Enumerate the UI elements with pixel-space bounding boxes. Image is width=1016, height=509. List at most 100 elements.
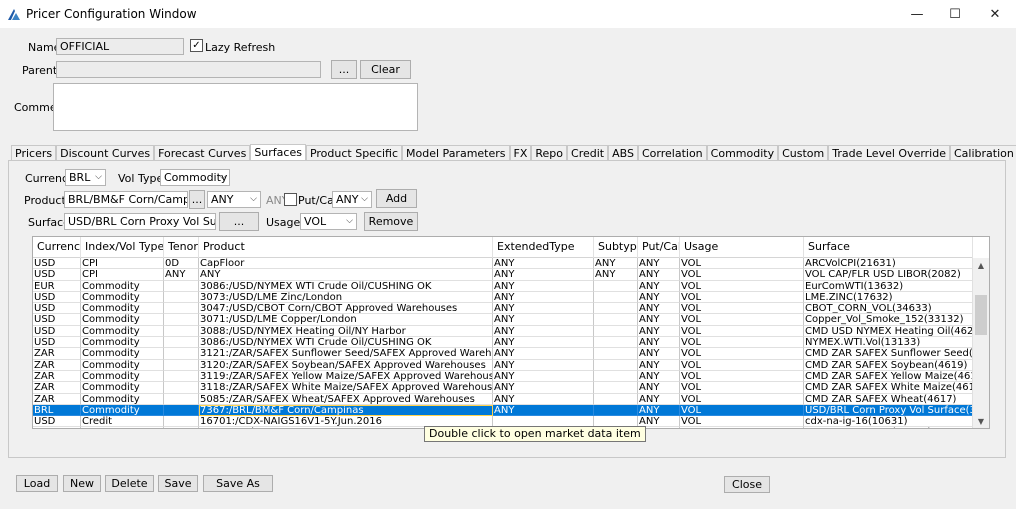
table-cell[interactable]: VOL <box>680 348 804 360</box>
name-field[interactable]: OFFICIAL <box>56 38 184 55</box>
table-cell[interactable]: CMD ZAR SAFEX Sunflower Seed(4618) <box>804 348 973 360</box>
table-cell[interactable]: ANY <box>638 382 680 394</box>
table-cell[interactable]: CPI <box>81 269 164 281</box>
table-row[interactable]: USD CPI ANY ANY ANY ANY ANY VOL VOL CAP/FLR USD … <box>33 269 973 281</box>
add-button[interactable]: Add <box>376 189 417 208</box>
table-cell[interactable]: Commodity <box>81 325 164 338</box>
table-cell[interactable]: 3121:/ZAR/SAFEX Sunflower Seed/SAFEX App… <box>199 348 493 360</box>
table-cell[interactable]: Copper_Vol_Smoke_152(33132) <box>804 314 973 326</box>
table-cell[interactable]: ANY <box>638 269 680 281</box>
table-cell[interactable]: USD <box>33 416 81 428</box>
save-as-button[interactable]: Save As <box>203 475 273 492</box>
table-row[interactable]: USD CPI 0D CapFloor ANY ANY ANY VOL ARCVolCPI(21… <box>33 258 973 270</box>
table-cell[interactable]: ANY <box>493 382 594 394</box>
clear-button[interactable]: Clear <box>360 60 411 79</box>
table-cell[interactable]: 0D <box>164 258 199 270</box>
table-cell[interactable] <box>164 416 199 428</box>
table-cell[interactable]: USD <box>33 303 81 315</box>
column-header-put-call[interactable]: Put/Call <box>638 237 680 258</box>
table-cell[interactable] <box>594 280 638 292</box>
table-row[interactable]: USD Commodity 3086:/USD/NYMEX WTI Crude Oi… <box>33 337 973 349</box>
table-cell[interactable] <box>594 348 638 360</box>
table-cell[interactable]: 3071:/USD/LME Copper/London <box>199 314 493 326</box>
table-cell[interactable]: VOL <box>680 325 804 338</box>
table-cell[interactable]: ANY <box>638 370 680 383</box>
table-cell[interactable]: VOL <box>680 404 804 417</box>
table-cell[interactable]: Commodity <box>81 314 164 326</box>
tab-fx[interactable]: FX <box>509 145 532 161</box>
table-cell[interactable]: Credit <box>81 416 164 428</box>
table-cell[interactable]: Commodity <box>81 370 164 383</box>
table-cell[interactable] <box>594 291 638 304</box>
table-cell[interactable] <box>594 370 638 383</box>
column-header-surface[interactable]: Surface <box>804 237 973 258</box>
currency-select[interactable]: BRL ⌵ <box>65 169 106 186</box>
table-cell[interactable] <box>164 303 199 315</box>
table-cell[interactable]: 3086:/USD/NYMEX WTI Crude Oil/CUSHING OK <box>199 337 493 349</box>
table-cell[interactable]: ANY <box>638 348 680 360</box>
column-header-extended-type[interactable]: ExtendedType <box>493 237 594 258</box>
table-cell[interactable]: ANY <box>638 258 680 270</box>
table-cell[interactable]: ANY <box>493 348 594 360</box>
table-cell[interactable] <box>164 348 199 360</box>
table-cell[interactable]: EUR <box>33 280 81 292</box>
table-cell[interactable]: Commodity <box>81 359 164 371</box>
table-cell[interactable]: VOL <box>680 370 804 383</box>
table-row[interactable]: USD Commodity 3071:/USD/LME Copper/London A… <box>33 314 973 326</box>
table-cell[interactable]: ZAR <box>33 348 81 360</box>
column-header-index-vol-type[interactable]: Index/Vol Type ⁄ <box>81 237 164 258</box>
parents-field[interactable] <box>56 61 321 78</box>
tab-surfaces[interactable]: Surfaces <box>250 144 306 161</box>
table-cell[interactable]: Commodity <box>81 303 164 315</box>
table-row[interactable]: ZAR Commodity 3121:/ZAR/SAFEX Sunflower Se… <box>33 348 973 360</box>
table-cell[interactable]: VOL <box>680 416 804 428</box>
table-cell[interactable]: ANY <box>638 291 680 304</box>
table-cell[interactable]: VOL CAP/FLR USD LIBOR(2082) <box>804 269 973 281</box>
table-cell[interactable]: USD <box>33 269 81 281</box>
table-cell[interactable]: ANY <box>493 359 594 371</box>
table-cell[interactable]: ANY <box>493 393 594 405</box>
scroll-down-icon[interactable]: ▼ <box>973 414 989 428</box>
table-cell[interactable] <box>164 359 199 371</box>
table-cell[interactable]: 3120:/ZAR/SAFEX Soybean/SAFEX Approved W… <box>199 359 493 371</box>
table-cell[interactable]: LME.ZINC(17632) <box>804 291 973 304</box>
table-cell[interactable] <box>594 337 638 349</box>
table-cell[interactable]: 3086:/USD/NYMEX WTI Crude Oil/CUSHING OK <box>199 280 493 292</box>
scroll-up-icon[interactable]: ▲ <box>973 258 989 272</box>
table-cell[interactable]: AAPL-VOL-TWEAK(16131) <box>804 427 973 428</box>
lazy-refresh-checkbox[interactable]: ✓ <box>190 39 203 52</box>
column-header-currency[interactable]: Currency <box>33 237 81 258</box>
table-cell[interactable] <box>594 382 638 394</box>
table-cell[interactable]: EurComWTI(13632) <box>804 280 973 292</box>
table-cell[interactable]: ZAR <box>33 382 81 394</box>
table-cell[interactable]: ANY <box>638 359 680 371</box>
table-cell[interactable]: USD <box>33 314 81 326</box>
table-cell[interactable]: VOL <box>680 427 804 428</box>
tab-commodity[interactable]: Commodity <box>706 145 779 161</box>
save-button[interactable]: Save <box>158 475 198 492</box>
table-cell[interactable]: USD <box>33 291 81 304</box>
table-cell[interactable]: VOL <box>680 393 804 405</box>
table-row[interactable]: BRL Commodity 7367:/BRL/BM&F Corn/Campinas… <box>33 404 973 417</box>
table-cell[interactable]: CMD ZAR SAFEX Wheat(4617) <box>804 393 973 405</box>
table-cell[interactable]: Commodity <box>81 337 164 349</box>
table-cell[interactable]: 3088:/USD/NYMEX Heating Oil/NY Harbor <box>199 325 493 338</box>
tab-credit[interactable]: Credit <box>567 145 609 161</box>
usage-select[interactable]: VOL ⌵ <box>300 213 357 230</box>
tab-abs[interactable]: ABS <box>608 145 638 161</box>
table-cell[interactable]: VOL <box>680 291 804 304</box>
table-cell[interactable] <box>164 280 199 292</box>
table-cell[interactable]: ANY <box>493 291 594 304</box>
table-cell[interactable]: VOL <box>680 314 804 326</box>
table-cell[interactable] <box>164 382 199 394</box>
table-cell[interactable]: ANY <box>638 393 680 405</box>
product-type-select[interactable]: ANY ⌵ <box>207 191 261 208</box>
close-button[interactable]: Close <box>724 476 770 493</box>
table-cell[interactable] <box>164 314 199 326</box>
vertical-scrollbar[interactable]: ▲ ▼ <box>972 258 989 428</box>
tab-forecast-curves[interactable]: Forecast Curves <box>154 145 251 161</box>
table-cell[interactable]: Commodity <box>81 393 164 405</box>
table-cell[interactable] <box>164 337 199 349</box>
table-cell[interactable]: ANY <box>638 337 680 349</box>
table-row[interactable]: EUR Commodity 3086:/USD/NYMEX WTI Crude Oi… <box>33 280 973 292</box>
